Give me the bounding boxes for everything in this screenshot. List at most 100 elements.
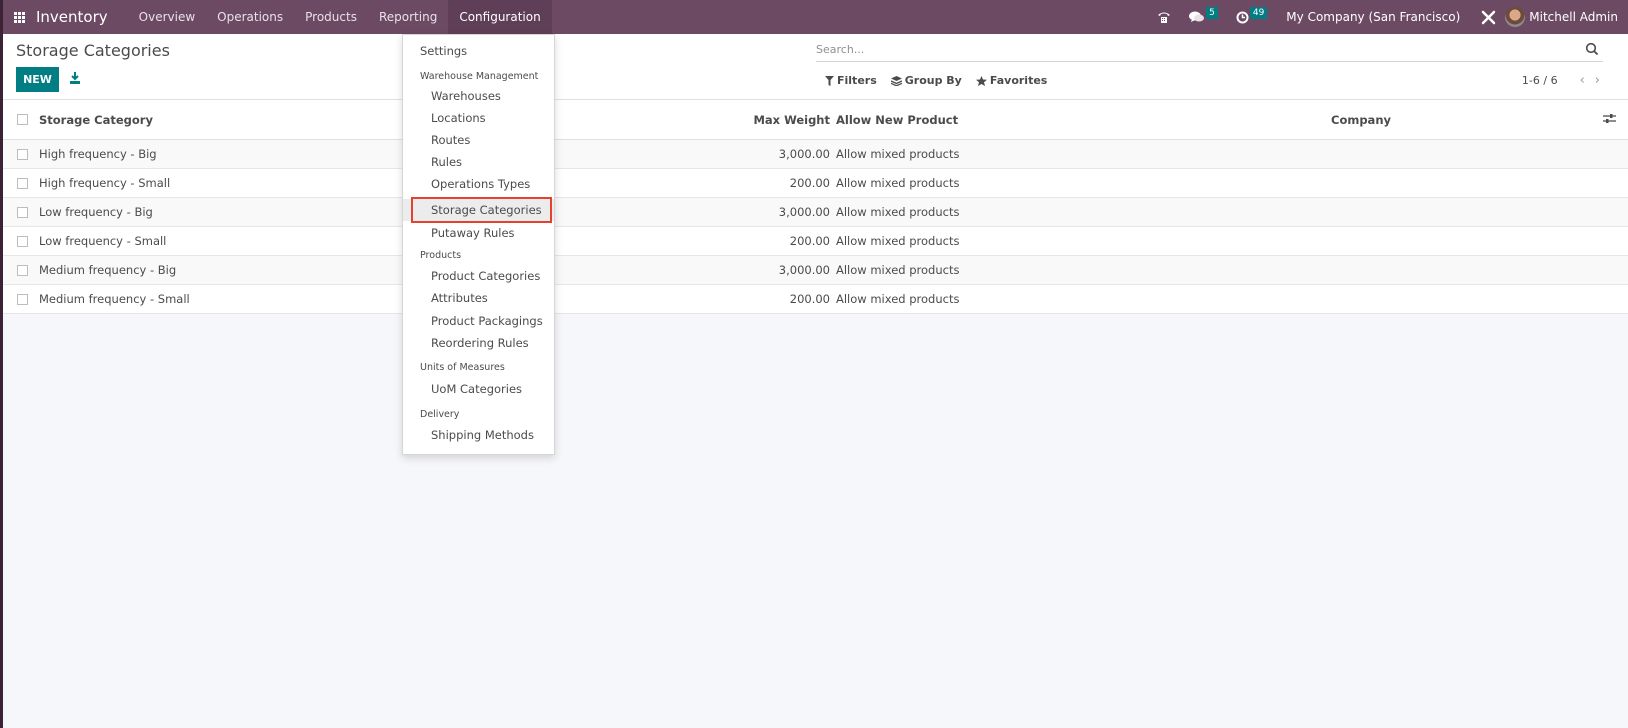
pager: 1-6 / 6 ‹ › — [1522, 73, 1600, 88]
table-row[interactable]: High frequency - Small 200.00 Allow mixe… — [3, 169, 1628, 198]
cell-name: Low frequency - Big — [39, 205, 153, 219]
row-checkbox[interactable] — [17, 293, 28, 305]
column-header-allow-new-product[interactable]: Allow New Product — [836, 113, 958, 127]
menu-item-storage-categories[interactable]: Storage Categories — [403, 199, 554, 221]
activities-badge: 49 — [1249, 7, 1268, 19]
cell-allow-new-product: Allow mixed products — [836, 147, 960, 161]
table-header: Storage Category Max Weight Allow New Pr… — [3, 100, 1628, 140]
cell-allow-new-product: Allow mixed products — [836, 234, 960, 248]
layers-icon — [890, 75, 902, 86]
cell-name: Low frequency - Small — [39, 234, 167, 248]
favorites-button[interactable]: Favorites — [975, 74, 1048, 87]
menu-item-putaway-rules[interactable]: Putaway Rules — [403, 222, 554, 244]
messages-button[interactable]: 5 — [1189, 7, 1218, 24]
menu-item-warehouses[interactable]: Warehouses — [403, 85, 554, 107]
phone-icon — [1158, 12, 1171, 23]
column-header-company[interactable]: Company — [1331, 113, 1391, 127]
cell-max-weight: 3,000.00 — [778, 263, 830, 277]
table-row[interactable]: High frequency - Big 3,000.00 Allow mixe… — [3, 140, 1628, 169]
cell-allow-new-product: Allow mixed products — [836, 176, 960, 190]
menu-item-operations-types[interactable]: Operations Types — [403, 173, 554, 195]
user-avatar[interactable] — [1505, 7, 1526, 27]
apps-menu-button[interactable] — [0, 0, 38, 34]
filter-icon — [825, 75, 834, 86]
pager-previous-button[interactable]: ‹ — [1580, 73, 1585, 88]
table-row[interactable]: Low frequency - Small 200.00 Allow mixed… — [3, 227, 1628, 256]
user-menu[interactable]: Mitchell Admin — [1529, 10, 1618, 24]
cell-name: Medium frequency - Big — [39, 263, 177, 277]
grid-icon — [13, 11, 25, 23]
phone-button[interactable] — [1157, 10, 1171, 24]
row-checkbox[interactable] — [17, 177, 28, 189]
row-checkbox[interactable] — [17, 264, 28, 276]
menu-item-routes[interactable]: Routes — [403, 129, 554, 151]
optional-columns-icon[interactable] — [1603, 113, 1616, 124]
app-name[interactable]: Inventory — [36, 8, 108, 26]
menu-operations[interactable]: Operations — [206, 0, 294, 34]
company-switcher[interactable]: My Company (San Francisco) — [1286, 10, 1460, 24]
menu-overview[interactable]: Overview — [128, 0, 207, 34]
cell-max-weight: 3,000.00 — [778, 147, 830, 161]
group-by-label: Group By — [904, 74, 962, 87]
column-header-storage-category[interactable]: Storage Category — [39, 113, 739, 127]
row-checkbox[interactable] — [17, 235, 28, 247]
menu-item-attributes[interactable]: Attributes — [403, 287, 554, 309]
chat-icon — [1189, 11, 1205, 22]
clock-icon — [1236, 11, 1249, 23]
menu-reporting[interactable]: Reporting — [368, 0, 448, 34]
cell-name: High frequency - Small — [39, 176, 171, 190]
filters-button[interactable]: Filters — [825, 74, 877, 87]
page-title: Storage Categories — [16, 41, 170, 60]
table-row[interactable]: Medium frequency - Small 200.00 Allow mi… — [3, 285, 1628, 314]
menu-item-settings[interactable]: Settings — [403, 40, 554, 62]
filters-label: Filters — [837, 74, 877, 87]
cell-allow-new-product: Allow mixed products — [836, 205, 960, 219]
menu-item-locations[interactable]: Locations — [403, 107, 554, 129]
navbar-systray: 5 49 My Company (San Francisco) Mitchell… — [1148, 0, 1628, 34]
menu-products[interactable]: Products — [294, 0, 368, 34]
menu-item-product-categories[interactable]: Product Categories — [403, 265, 554, 287]
section-header-products: Products — [420, 250, 462, 261]
group-by-button[interactable]: Group By — [890, 74, 962, 87]
row-checkbox[interactable] — [17, 206, 28, 218]
column-header-max-weight[interactable]: Max Weight — [753, 113, 830, 127]
menu-item-shipping-methods[interactable]: Shipping Methods — [403, 424, 554, 446]
pager-next-button[interactable]: › — [1595, 73, 1600, 88]
favorites-label: Favorites — [989, 74, 1048, 87]
new-button[interactable]: NEW — [16, 67, 59, 92]
cell-name: Medium frequency - Small — [39, 292, 190, 306]
control-panel: Storage Categories NEW Filters Group By … — [3, 34, 1628, 100]
cell-name: High frequency - Big — [39, 147, 157, 161]
search-icon[interactable] — [1585, 42, 1599, 56]
pager-value[interactable]: 1-6 / 6 — [1522, 74, 1558, 87]
row-checkbox[interactable] — [17, 148, 28, 160]
menu-item-uom-categories[interactable]: UoM Categories — [403, 378, 554, 400]
storage-categories-table: Storage Category Max Weight Allow New Pr… — [3, 100, 1628, 314]
cell-max-weight: 200.00 — [789, 176, 830, 190]
top-navbar: Inventory Overview Operations Products R… — [0, 0, 1628, 34]
section-header-units-of-measures: Units of Measures — [420, 362, 505, 373]
cell-max-weight: 200.00 — [789, 292, 830, 306]
search-input[interactable] — [816, 38, 1556, 60]
table-row[interactable]: Medium frequency - Big 3,000.00 Allow mi… — [3, 256, 1628, 285]
section-header-delivery: Delivery — [420, 409, 460, 420]
menu-configuration[interactable]: Configuration — [448, 0, 552, 34]
cell-allow-new-product: Allow mixed products — [836, 263, 960, 277]
tools-icon — [1482, 10, 1496, 24]
menu-item-reordering-rules[interactable]: Reordering Rules — [403, 332, 554, 354]
table-row[interactable]: Low frequency - Big 3,000.00 Allow mixed… — [3, 198, 1628, 227]
select-all-checkbox[interactable] — [17, 114, 28, 125]
search-options: Filters Group By Favorites — [825, 74, 1061, 87]
menu-item-rules[interactable]: Rules — [403, 151, 554, 173]
main-menu: Overview Operations Products Reporting C… — [128, 0, 552, 34]
menu-item-product-packagings[interactable]: Product Packagings — [403, 310, 554, 332]
search-bar — [816, 38, 1603, 62]
activities-button[interactable]: 49 — [1236, 7, 1268, 24]
cell-max-weight: 3,000.00 — [778, 205, 830, 219]
window-edge — [0, 0, 3, 728]
cell-allow-new-product: Allow mixed products — [836, 292, 960, 306]
configuration-dropdown: Settings Warehouse Management Warehouses… — [402, 34, 555, 455]
cell-max-weight: 200.00 — [789, 234, 830, 248]
debug-tools-button[interactable] — [1481, 10, 1496, 25]
download-icon[interactable] — [69, 71, 81, 85]
